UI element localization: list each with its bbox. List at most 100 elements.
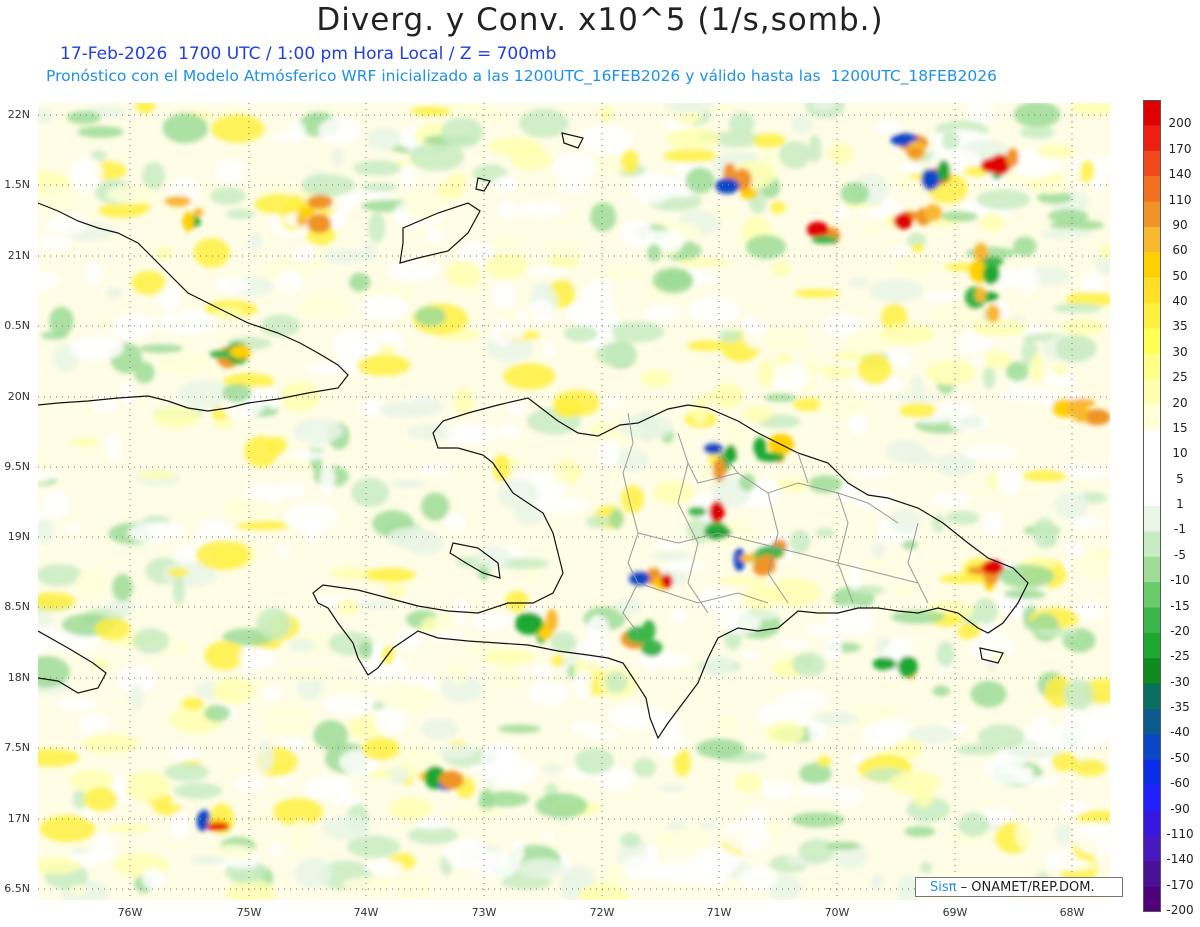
field-cell [760, 327, 812, 350]
field-cell [304, 776, 351, 799]
field-cell [269, 843, 283, 856]
colorbar-swatch [1143, 556, 1161, 583]
field-cell [514, 202, 564, 218]
colorbar-swatch [1143, 683, 1161, 710]
colorbar-label: 140 [1168, 167, 1192, 182]
field-cell [131, 270, 166, 295]
field-cell [69, 335, 124, 361]
field-cell [169, 746, 199, 761]
field-cell [764, 393, 797, 402]
field-cell [778, 140, 811, 170]
field-cell [1079, 159, 1095, 183]
field-cell [940, 401, 974, 415]
credit-sis: Sisπ [930, 880, 957, 895]
field-cell [929, 492, 972, 507]
convergence-spot [739, 554, 758, 563]
field-cell [484, 253, 528, 279]
field-cell [651, 725, 685, 757]
field-cell [695, 738, 745, 759]
field-cell [644, 304, 681, 322]
field-cell [681, 114, 700, 124]
field-cell [920, 862, 933, 874]
field-cell [857, 353, 893, 385]
colorbar-label: -60 [1170, 776, 1190, 791]
colorbar-swatch [1143, 176, 1161, 202]
field-cell [263, 706, 314, 737]
field-cell [448, 173, 467, 190]
field-cell [468, 763, 509, 773]
field-cell [970, 680, 1007, 708]
field-cell [512, 839, 525, 864]
convergence-spot [439, 770, 464, 790]
field-cell [57, 696, 97, 712]
convergence-spot [641, 639, 663, 657]
field-cell [871, 874, 884, 890]
lat-label: 22N [7, 108, 30, 121]
field-cell [739, 866, 777, 890]
field-cell [164, 763, 210, 782]
field-cell [491, 236, 523, 249]
field-cell [808, 134, 822, 163]
colorbar-swatch [1143, 226, 1161, 253]
field-cell [872, 542, 886, 558]
colorbar-label: 50 [1172, 268, 1188, 283]
convergence-spot [906, 148, 923, 157]
convergence-spot [546, 609, 558, 632]
colorbar-swatch [1143, 835, 1161, 862]
field-cell [607, 703, 663, 730]
field-cell [284, 503, 339, 531]
field-cell [563, 325, 599, 342]
field-cell [958, 812, 990, 837]
field-cell [77, 126, 124, 138]
credit-box: Sisπ – ONAMET/REP.DOM. [915, 877, 1123, 897]
field-cell [342, 876, 393, 893]
colorbar-label: -50 [1170, 750, 1190, 765]
field-cell [69, 437, 99, 448]
field-cell [848, 413, 869, 436]
field-cell [718, 576, 770, 585]
field-cell [519, 108, 569, 138]
field-cell [769, 577, 821, 608]
field-cell [770, 201, 786, 214]
lat-label: 20N [7, 390, 30, 403]
field-cell [386, 259, 441, 281]
field-cell [687, 340, 727, 352]
field-cell [604, 671, 628, 694]
field-cell [421, 718, 458, 740]
convergence-spot [811, 235, 839, 245]
field-cell [728, 112, 755, 135]
chart-title: Diverg. y Conv. x10^5 (1/s,somb.) [316, 2, 884, 38]
field-cell [38, 234, 70, 252]
field-cell [1037, 144, 1074, 159]
field-cell [43, 489, 70, 519]
field-cell [193, 237, 230, 268]
colorbar-label: -15 [1170, 598, 1190, 613]
lat-label: 6.5N [4, 882, 30, 895]
field-cell [572, 669, 592, 699]
field-cell [1013, 236, 1037, 257]
field-cell [261, 686, 284, 700]
lon-label: 72W [589, 906, 615, 919]
convergence-spot [193, 208, 204, 217]
field-cell [399, 163, 418, 186]
field-cell [722, 820, 770, 851]
field-cell [553, 158, 572, 172]
colorbar-swatch [1143, 277, 1161, 304]
field-cell [636, 652, 691, 668]
field-cell [276, 545, 291, 557]
field-cell [619, 832, 641, 848]
field-cell [493, 175, 518, 194]
field-cell [666, 128, 720, 151]
field-cell [222, 497, 274, 521]
field-cell [350, 478, 390, 507]
lon-label: 73W [471, 906, 497, 919]
colorbar-swatch [1143, 734, 1161, 761]
field-cell [82, 733, 139, 754]
field-cell [364, 567, 416, 583]
lon-label: 70W [824, 906, 850, 919]
field-cell [505, 590, 529, 612]
field-cell [137, 471, 176, 480]
field-cell [792, 652, 826, 678]
field-cell [356, 354, 411, 376]
field-cell [1063, 678, 1094, 711]
